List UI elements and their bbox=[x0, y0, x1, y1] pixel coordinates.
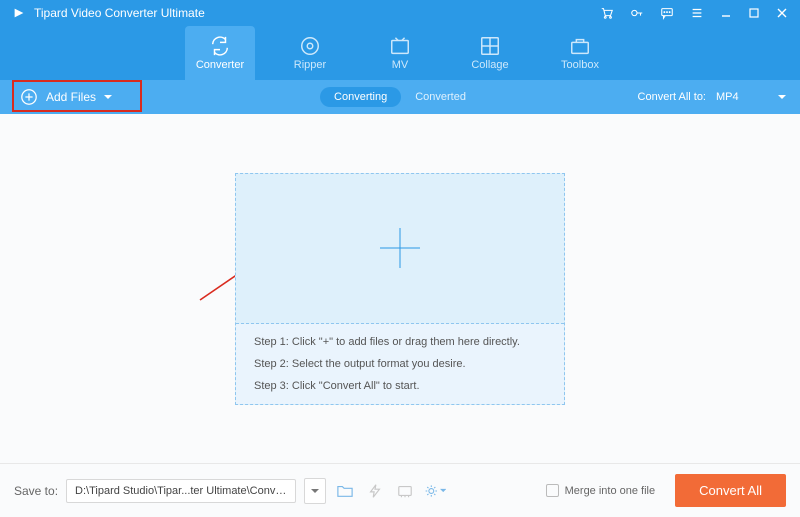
workspace: Step 1: Click "+" to add files or drag t… bbox=[0, 114, 800, 463]
instructions: Step 1: Click "+" to add files or drag t… bbox=[236, 324, 564, 404]
menu-icon[interactable] bbox=[690, 6, 704, 20]
plus-circle-icon bbox=[20, 88, 38, 106]
cart-icon[interactable] bbox=[600, 6, 614, 20]
open-folder-button[interactable] bbox=[334, 480, 356, 502]
minimize-icon[interactable] bbox=[720, 7, 732, 19]
merge-checkbox[interactable]: Merge into one file bbox=[546, 484, 656, 497]
close-icon[interactable] bbox=[776, 7, 788, 19]
feedback-icon[interactable] bbox=[660, 6, 674, 20]
app-logo-icon bbox=[12, 6, 26, 20]
tab-label: Toolbox bbox=[561, 59, 599, 71]
tab-label: Ripper bbox=[294, 59, 326, 71]
output-format-value: MP4 bbox=[716, 91, 739, 103]
save-path-field[interactable]: D:\Tipard Studio\Tipar...ter Ultimate\Co… bbox=[66, 479, 296, 503]
segment-control: Converting Converted bbox=[320, 87, 480, 107]
tab-converter[interactable]: Converter bbox=[185, 26, 255, 80]
segment-converted[interactable]: Converted bbox=[401, 87, 480, 107]
plus-icon bbox=[380, 228, 420, 268]
tab-mv[interactable]: MV bbox=[365, 26, 435, 80]
tab-label: Collage bbox=[471, 59, 508, 71]
settings-button[interactable] bbox=[424, 480, 446, 502]
checkbox-icon bbox=[546, 484, 559, 497]
tab-label: Converter bbox=[196, 59, 244, 71]
main-tabs: Converter Ripper MV Collage Toolbox bbox=[0, 26, 800, 80]
segment-converting[interactable]: Converting bbox=[320, 87, 401, 107]
add-files-button[interactable]: Add Files bbox=[14, 84, 118, 110]
save-path-dropdown[interactable] bbox=[304, 478, 326, 504]
sub-toolbar: Add Files Converting Converted Convert A… bbox=[0, 80, 800, 114]
key-icon[interactable] bbox=[630, 6, 644, 20]
dropzone-add-area[interactable] bbox=[236, 174, 564, 324]
window-controls bbox=[600, 6, 788, 20]
instruction-step: Step 3: Click "Convert All" to start. bbox=[254, 380, 546, 392]
merge-label: Merge into one file bbox=[565, 485, 656, 497]
speed-button[interactable] bbox=[364, 480, 386, 502]
convert-all-button[interactable]: Convert All bbox=[675, 474, 786, 507]
save-to-label: Save to: bbox=[14, 484, 58, 498]
app-title: Tipard Video Converter Ultimate bbox=[34, 6, 600, 20]
instruction-step: Step 1: Click "+" to add files or drag t… bbox=[254, 336, 546, 348]
maximize-icon[interactable] bbox=[748, 7, 760, 19]
tab-toolbox[interactable]: Toolbox bbox=[545, 26, 615, 80]
convert-all-to: Convert All to: MP4 bbox=[638, 91, 786, 103]
tab-label: MV bbox=[392, 59, 409, 71]
title-bar: Tipard Video Converter Ultimate bbox=[0, 0, 800, 26]
dropzone: Step 1: Click "+" to add files or drag t… bbox=[235, 173, 565, 405]
chevron-down-icon bbox=[778, 93, 786, 101]
tab-ripper[interactable]: Ripper bbox=[275, 26, 345, 80]
add-files-label: Add Files bbox=[46, 90, 96, 104]
convert-all-to-label: Convert All to: bbox=[638, 91, 706, 103]
chevron-down-icon bbox=[104, 93, 112, 101]
gpu-button[interactable] bbox=[394, 480, 416, 502]
output-format-selector[interactable]: MP4 bbox=[716, 91, 786, 103]
tab-collage[interactable]: Collage bbox=[455, 26, 525, 80]
instruction-step: Step 2: Select the output format you des… bbox=[254, 358, 546, 370]
bottom-bar: Save to: D:\Tipard Studio\Tipar...ter Ul… bbox=[0, 463, 800, 517]
